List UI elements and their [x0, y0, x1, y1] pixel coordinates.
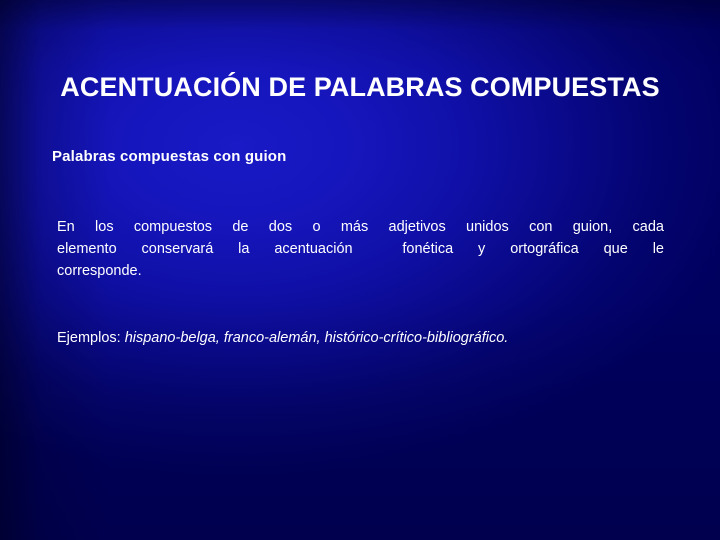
examples-label: Ejemplos: — [57, 330, 125, 346]
body-line-3: corresponde. — [57, 263, 142, 279]
body-line-1: En los compuestos de dos o más adjetivos… — [57, 219, 664, 235]
presentation-slide: ACENTUACIÓN DE PALABRAS COMPUESTAS Palab… — [0, 0, 720, 540]
body-line-2: elemento conservará la acentuación fonét… — [57, 241, 664, 257]
examples-items: hispano-belga, franco-alemán, histórico-… — [124, 330, 509, 346]
section-subheading: Palabras compuestas con guion — [52, 148, 287, 165]
page-title: ACENTUACIÓN DE PALABRAS COMPUESTAS — [60, 72, 660, 103]
body-paragraph: En los compuestos de dos o más adjetivos… — [57, 216, 664, 282]
examples-line: Ejemplos: hispano-belga, franco-alemán, … — [57, 328, 508, 348]
slide-content: ACENTUACIÓN DE PALABRAS COMPUESTAS Palab… — [0, 0, 720, 540]
